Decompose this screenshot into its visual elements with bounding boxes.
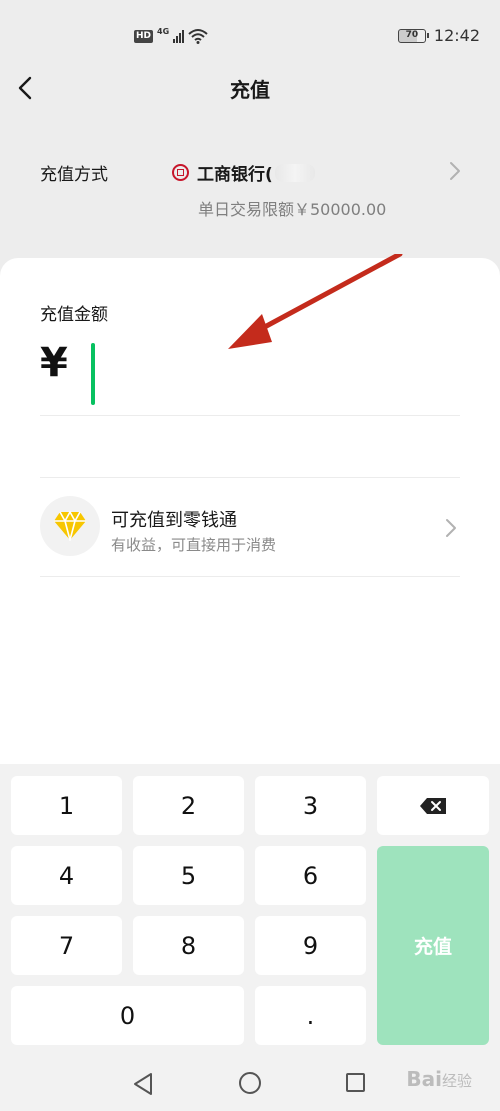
chevron-right-icon (446, 519, 456, 537)
signal-icon (173, 29, 185, 43)
numeric-keypad: 1 2 3 4 5 6 7 8 9 0 . 充值 (0, 764, 500, 1058)
currency-symbol: ¥ (40, 340, 68, 386)
page-title: 充值 (230, 78, 270, 102)
annotation-arrow-icon (228, 254, 403, 349)
nav-recents-icon[interactable] (346, 1073, 365, 1092)
key-5[interactable]: 5 (133, 846, 244, 905)
key-4[interactable]: 4 (11, 846, 122, 905)
backspace-icon (420, 797, 446, 814)
option-divider (40, 576, 460, 577)
nav-back-icon[interactable] (132, 1072, 154, 1096)
lingqiantong-option[interactable]: 可充值到零钱通 有收益，可直接用于消费 (40, 478, 460, 576)
hd-badge: HD (134, 29, 154, 43)
lingqiantong-subtitle: 有收益，可直接用于消费 (111, 536, 277, 554)
lingqiantong-title: 可充值到零钱通 (111, 510, 237, 531)
bank-selector[interactable]: 工商银行( (172, 160, 315, 185)
lingqiantong-icon-wrap (40, 496, 100, 556)
payment-method-label: 充值方式 (40, 165, 108, 185)
icbc-bank-icon (172, 164, 189, 181)
key-2[interactable]: 2 (133, 776, 244, 835)
status-time: 12:42 (433, 26, 480, 45)
key-8[interactable]: 8 (133, 916, 244, 975)
bank-name: 工商银行( (197, 165, 273, 185)
key-1[interactable]: 1 (11, 776, 122, 835)
battery-icon: 70 (397, 28, 429, 43)
recharge-card: 充值金额 ¥ 可充值到零钱通 有收益，可直接用于消费 (0, 254, 500, 764)
key-0[interactable]: 0 (11, 986, 244, 1045)
baidu-watermark: Bai经验 (406, 1067, 472, 1091)
amount-label: 充值金额 (40, 305, 108, 325)
chevron-right-icon (450, 162, 460, 180)
nav-home-icon[interactable] (239, 1072, 261, 1094)
status-left: HD 4G (134, 26, 208, 44)
network-type: 4G (157, 26, 170, 36)
amount-divider (40, 415, 460, 416)
watermark-text: Bai (406, 1067, 442, 1091)
status-right: 70 12:42 (397, 26, 480, 45)
key-decimal[interactable]: . (255, 986, 366, 1045)
diamond-icon (54, 511, 86, 541)
masked-card-number (274, 163, 315, 182)
key-9[interactable]: 9 (255, 916, 366, 975)
key-7[interactable]: 7 (11, 916, 122, 975)
key-3[interactable]: 3 (255, 776, 366, 835)
wifi-icon (188, 29, 208, 44)
key-6[interactable]: 6 (255, 846, 366, 905)
header: 充值 (0, 60, 500, 116)
payment-method-row[interactable]: 充值方式 工商银行( 单日交易限额￥50000.00 (0, 140, 500, 240)
input-cursor (91, 343, 95, 405)
watermark-suffix: 经验 (441, 1072, 472, 1090)
delete-key[interactable] (377, 776, 489, 835)
recharge-submit-button[interactable]: 充值 (377, 846, 489, 1045)
daily-limit-text: 单日交易限额￥50000.00 (198, 200, 387, 219)
